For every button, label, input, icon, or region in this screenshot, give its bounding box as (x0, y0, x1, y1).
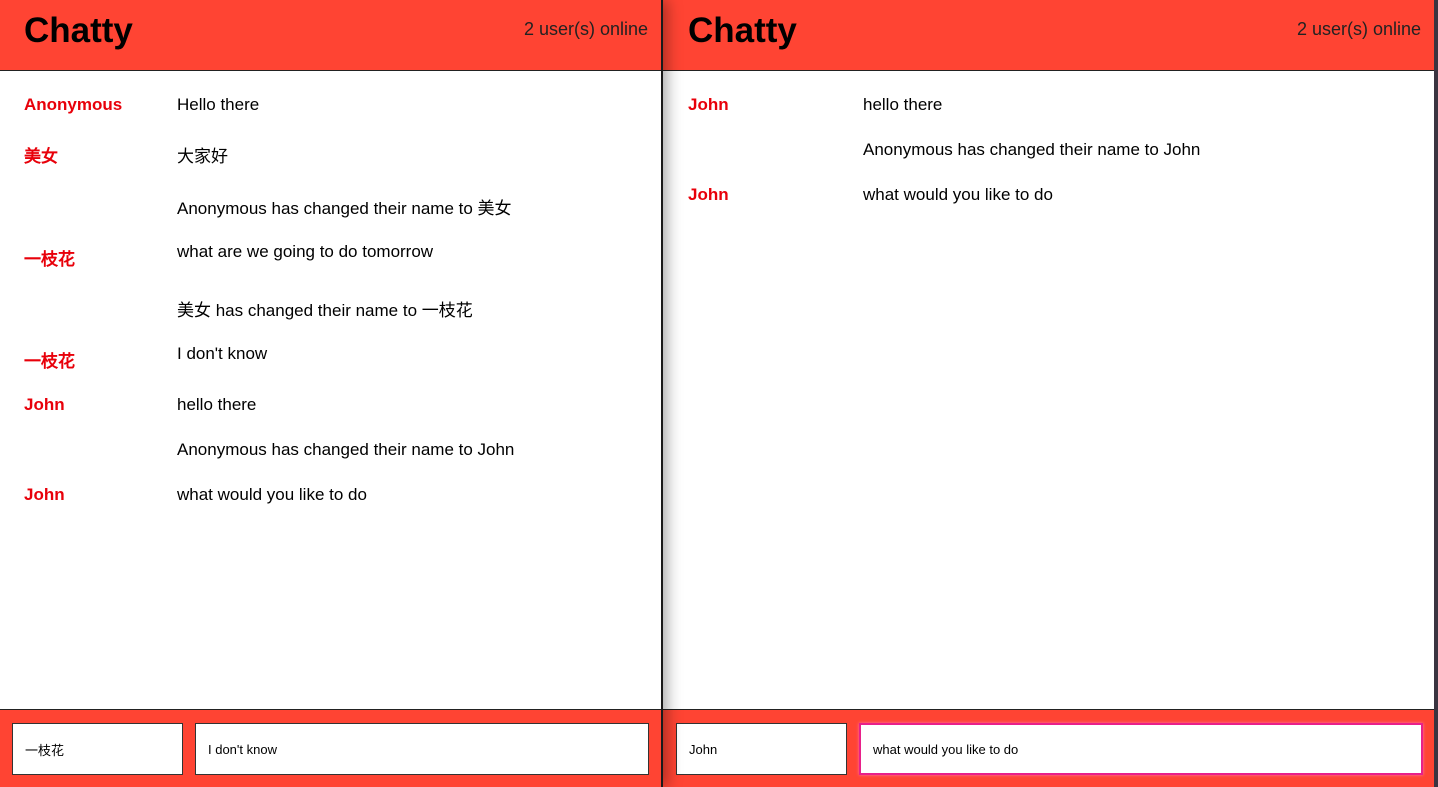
username-input[interactable] (12, 723, 183, 775)
chat-window-right: Chatty 2 user(s) online John hello there… (663, 0, 1434, 787)
message-username: John (24, 485, 65, 504)
message-input[interactable] (859, 723, 1423, 775)
chat-window-left: Chatty 2 user(s) online Anonymous Hello … (0, 0, 661, 787)
chat-bar (0, 709, 661, 787)
online-user-count: 2 user(s) online (523, 19, 648, 39)
message-username: 一枝花 (24, 352, 75, 371)
username-input[interactable] (676, 723, 847, 775)
message-content: what are we going to do tomorrow (177, 242, 434, 261)
message-username: 美女 (24, 147, 58, 166)
message-content: what would you like to do (863, 185, 1053, 204)
navbar: Chatty 2 user(s) online (0, 0, 661, 71)
chat-bar (663, 709, 1434, 787)
brand-title[interactable]: Chatty (688, 11, 797, 51)
notification-content: Anonymous has changed their name to 美女 (177, 199, 512, 218)
notification-content: 美女 has changed their name to 一枝花 (177, 301, 473, 320)
message-list: Anonymous Hello there 美女 大家好 Anonymous h… (0, 71, 661, 709)
notification-content: Anonymous has changed their name to John (177, 440, 515, 459)
notification-content: Anonymous has changed their name to John (863, 140, 1201, 159)
message-username: Anonymous (24, 95, 123, 114)
message-username: 一枝花 (24, 250, 75, 269)
message-username: John (688, 95, 729, 114)
message-content: hello there (177, 395, 257, 414)
message-content: Hello there (177, 95, 260, 114)
message-username: John (24, 395, 65, 414)
message-content: I don't know (177, 344, 268, 363)
message-content: 大家好 (177, 147, 228, 166)
message-username: John (688, 185, 729, 204)
online-user-count: 2 user(s) online (1296, 19, 1421, 39)
message-input[interactable] (195, 723, 649, 775)
message-list: John hello there Anonymous has changed t… (663, 71, 1434, 709)
message-content: what would you like to do (177, 485, 367, 504)
brand-title[interactable]: Chatty (24, 11, 133, 51)
window-divider (661, 0, 663, 787)
navbar: Chatty 2 user(s) online (663, 0, 1434, 71)
message-content: hello there (863, 95, 943, 114)
